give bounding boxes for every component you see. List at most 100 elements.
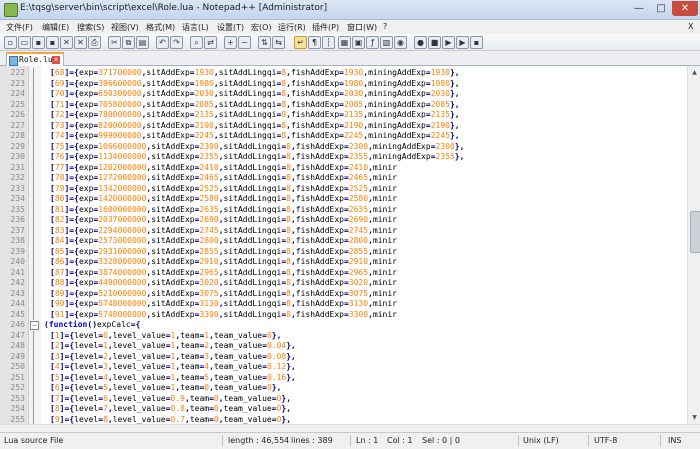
print-icon[interactable]: ⎙ [88,36,101,49]
minimize-button[interactable]: — [628,1,650,16]
redo-icon[interactable]: ↷ [170,36,183,49]
code-line[interactable]: 229 [75]={exp=1066000000,sitAddExp=2300,s… [0,141,687,152]
code-text: [79]={exp=1342000000,sitAddExp=2525,sitA… [50,183,397,193]
play-macro-icon[interactable]: ▶ [442,36,455,49]
tab-role-lua[interactable]: Role.lua x [6,52,64,67]
code-line[interactable]: 236 [82]={exp=2037000000,sitAddExp=2690,s… [0,215,687,226]
tab-close-icon[interactable]: x [52,56,60,64]
code-line[interactable]: 245 [91]={exp=5748000000,sitAddExp=3300,s… [0,309,687,320]
code-line[interactable]: 250 [4]={level=3,level_value=1,team=4,tea… [0,362,687,373]
sync-v-icon[interactable]: ⇅ [258,36,271,49]
code-line[interactable]: 247 [1]={level=0,level_value=1,team=1,tea… [0,330,687,341]
code-line[interactable]: 238 [84]={exp=2573000000,sitAddExp=2800,s… [0,236,687,247]
code-line[interactable]: 231 [77]={exp=1202000000,sitAddExp=2410,s… [0,162,687,173]
editor-area[interactable]: 222 [68]={exp=371700000,sitAddExp=1930,si… [0,66,687,424]
menu-format[interactable]: 格式(M) [146,22,175,33]
cut-icon[interactable]: ✂ [108,36,121,49]
code-line[interactable]: 243 [89]={exp=5210000000,sitAddExp=3075,s… [0,288,687,299]
code-line[interactable]: 230 [76]={exp=1134000000,sitAddExp=2355,s… [0,152,687,163]
menu-window[interactable]: 窗口(W) [347,22,377,33]
stop-record-icon[interactable]: ■ [428,36,441,49]
copy-icon[interactable]: ⧉ [122,36,135,49]
replace-icon[interactable]: ⇄ [204,36,217,49]
menu-language[interactable]: 语言(L) [182,22,209,33]
close-all-icon[interactable]: ✕ [74,36,87,49]
function-list-icon[interactable]: ƒ [366,36,379,49]
code-line[interactable]: 242 [88]={exp=4490000000,sitAddExp=3020,s… [0,278,687,289]
window-title: E:\tqsg\server\bin\script\excel\Role.lua… [20,3,328,13]
line-number: 250 [10,362,25,371]
undo-icon[interactable]: ↶ [156,36,169,49]
close-document-x[interactable]: X [688,22,693,31]
code-text: [85]={exp=2931000000,sitAddExp=2855,sitA… [50,246,397,256]
sync-h-icon[interactable]: ⇆ [272,36,285,49]
code-line[interactable]: 244 [90]={exp=5748000000,sitAddExp=3130,s… [0,299,687,310]
doc-map-icon[interactable]: ▣ [352,36,365,49]
line-number: 237 [10,225,25,235]
menu-view[interactable]: 视图(V) [111,22,139,33]
menu-help[interactable]: ? [383,22,387,31]
word-wrap-icon[interactable]: ↵ [294,36,307,49]
monitoring-icon[interactable]: ◉ [394,36,407,49]
code-line[interactable]: 225 [71]={exp=705800000,sitAddExp=2085,si… [0,99,687,110]
code-line[interactable]: 251 [5]={level=4,level_value=1,team=5,tea… [0,372,687,383]
zoom-out-icon[interactable]: − [238,36,251,49]
zoom-in-icon[interactable]: + [224,36,237,49]
udl-icon[interactable]: ▦ [338,36,351,49]
code-line[interactable]: 252 [6]={level=5,level_value=1,team=0,tea… [0,383,687,394]
menu-macro[interactable]: 宏(O) [251,22,272,33]
scroll-up-icon[interactable]: ▲ [689,67,700,78]
code-line[interactable]: 233 [79]={exp=1342000000,sitAddExp=2525,s… [0,183,687,194]
maximize-button[interactable]: □ [650,1,672,16]
open-file-icon[interactable]: ▭ [18,36,31,49]
vertical-scrollbar[interactable]: ▲ ▼ [687,66,700,424]
scroll-down-icon[interactable]: ▼ [689,412,700,423]
code-line[interactable]: 237 [83]={exp=2294000000,sitAddExp=2745,s… [0,225,687,236]
fold-line [33,204,34,215]
new-file-icon[interactable]: ▫ [4,36,17,49]
horizontal-scrollbar[interactable] [0,424,700,432]
line-number: 249 [10,351,25,361]
code-line[interactable]: 226 [72]={exp=780000000,sitAddExp=2135,si… [0,110,687,121]
fold-collapse-icon[interactable]: − [30,321,39,330]
run-macro-multiple-icon[interactable]: ▶ [456,36,469,49]
code-line[interactable]: 234 [80]={exp=1420000000,sitAddExp=2580,s… [0,194,687,205]
code-line[interactable]: 235 [81]={exp=1600000000,sitAddExp=2635,s… [0,204,687,215]
paste-icon[interactable]: ▤ [136,36,149,49]
code-line[interactable]: 240 [86]={exp=3328000000,sitAddExp=2910,s… [0,257,687,268]
find-icon[interactable]: ⌕ [190,36,203,49]
code-line[interactable]: 246− (function()expCalc={ [0,320,687,331]
save-all-icon[interactable]: ▪ [46,36,59,49]
close-icon[interactable]: ✕ [60,36,73,49]
record-macro-icon[interactable]: ● [414,36,427,49]
code-line[interactable]: 227 [73]={exp=820000000,sitAddExp=2190,si… [0,120,687,131]
code-line[interactable]: 239 [85]={exp=2931000000,sitAddExp=2855,s… [0,246,687,257]
code-line[interactable]: 254 [8]={level=7,level_value=0.8,team=0,t… [0,404,687,415]
code-line[interactable]: 241 [87]={exp=3874000000,sitAddExp=2965,s… [0,267,687,278]
scroll-thumb[interactable] [690,211,700,253]
code-line[interactable]: 228 [74]={exp=999000000,sitAddExp=2245,si… [0,131,687,142]
code-line[interactable]: 253 [7]={level=6,level_value=0.9,team=0,t… [0,393,687,404]
code-line[interactable]: 232 [78]={exp=1272000000,sitAddExp=2465,s… [0,173,687,184]
menu-search[interactable]: 搜索(S) [77,22,104,33]
fold-line [33,267,34,278]
save-macro-icon[interactable]: ▪ [470,36,483,49]
close-window-button[interactable]: ✕ [672,1,698,16]
code-line[interactable]: 249 [3]={level=2,level_value=1,team=3,tea… [0,351,687,362]
code-line[interactable]: 248 [2]={level=1,level_value=1,team=2,tea… [0,341,687,352]
code-line[interactable]: 224 [70]={exp=650300000,sitAddExp=2030,si… [0,89,687,100]
menu-file[interactable]: 文件(F) [6,22,33,33]
code-line[interactable]: 223 [69]={exp=396600000,sitAddExp=1980,si… [0,78,687,89]
fold-line [33,414,34,424]
code-line[interactable]: 222 [68]={exp=371700000,sitAddExp=1930,si… [0,68,687,79]
indent-guide-icon[interactable]: ┆ [322,36,335,49]
show-all-chars-icon[interactable]: ¶ [308,36,321,49]
folder-workspace-icon[interactable]: ▧ [380,36,393,49]
menu-settings[interactable]: 设置(T) [217,22,244,33]
line-number: 235 [10,204,25,214]
menu-edit[interactable]: 编辑(E) [42,22,69,33]
menu-run[interactable]: 运行(R) [278,22,306,33]
save-icon[interactable]: ▪ [32,36,45,49]
menu-plugins[interactable]: 插件(P) [312,22,339,33]
code-line[interactable]: 255 [9]={level=8,level_value=0.7,team=0,t… [0,414,687,424]
